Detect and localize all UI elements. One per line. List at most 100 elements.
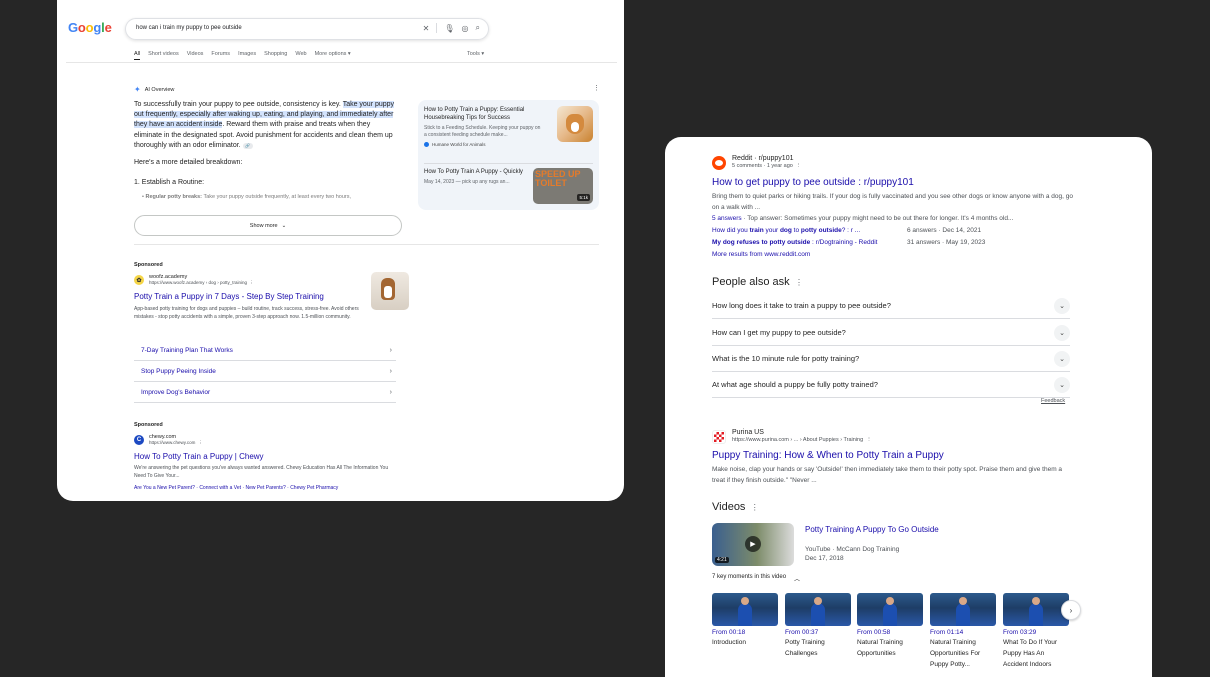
video-thumbnail[interactable]: SPEED UP TOILET 5:1k bbox=[533, 168, 593, 204]
ad-site[interactable]: C chewy.com https://www.chewy.com ⋮ bbox=[134, 434, 202, 446]
paa-question-text: How can I get my puppy to pee outside? bbox=[712, 328, 846, 337]
tools-button[interactable]: Tools ▾ bbox=[467, 51, 484, 57]
moment-time[interactable]: From 00:58 bbox=[857, 629, 923, 636]
paa-question[interactable]: How long does it take to train a puppy t… bbox=[712, 293, 1070, 319]
purina-result-title[interactable]: Puppy Training: How & When to Potty Trai… bbox=[712, 450, 944, 461]
paa-question[interactable]: What is the 10 minute rule for potty tra… bbox=[712, 346, 1070, 372]
more-vert-icon[interactable]: ⋮ bbox=[593, 84, 600, 92]
tab-web[interactable]: Web bbox=[295, 51, 306, 60]
corgi-thumbnail[interactable] bbox=[557, 106, 593, 142]
ai-overview-header: ✦ AI Overview bbox=[134, 85, 174, 94]
key-moment[interactable]: From 00:58 Natural Training Opportunitie… bbox=[857, 593, 923, 659]
moment-time[interactable]: From 00:18 bbox=[712, 629, 778, 636]
search-icon[interactable]: ⌕ bbox=[476, 23, 480, 33]
tab-forums[interactable]: Forums bbox=[211, 51, 230, 60]
show-more-label: Show more bbox=[249, 222, 278, 229]
reddit-site[interactable]: Reddit · r/puppy101 5 comments · 1 year … bbox=[712, 155, 801, 170]
feedback-link[interactable]: Feedback bbox=[1041, 398, 1065, 404]
moment-label: Potty Training Challenges bbox=[785, 639, 825, 657]
reddit-answers: 5 answers · Top answer: Sometimes your p… bbox=[712, 213, 1074, 224]
microphone-icon[interactable]: 🎙︎ bbox=[444, 24, 454, 33]
purina-site[interactable]: Purina US https://www.purina.com › ... ›… bbox=[712, 429, 872, 444]
puppy-thumbnail[interactable] bbox=[371, 272, 409, 310]
sparkle-icon: ✦ bbox=[134, 85, 141, 94]
moment-thumbnail[interactable] bbox=[785, 593, 851, 626]
more-vert-icon[interactable]: ⋮ bbox=[749, 503, 759, 512]
sub-result-title[interactable]: My dog refuses to potty outside : r/Dogt… bbox=[712, 239, 907, 246]
tab-all[interactable]: All bbox=[134, 51, 141, 60]
people-also-ask-title: People also ask ⋮ bbox=[712, 276, 803, 288]
sub-result-title[interactable]: How did you train your dog to potty outs… bbox=[712, 227, 907, 234]
paa-title-text: People also ask bbox=[712, 276, 790, 288]
tab-more-options[interactable]: More options ▾ bbox=[315, 51, 351, 60]
ad-title[interactable]: How To Potty Train a Puppy | Chewy bbox=[134, 452, 264, 461]
source-card[interactable]: How to Potty Train a Puppy: Essential Ho… bbox=[424, 106, 542, 147]
reddit-sub-result[interactable]: My dog refuses to potty outside : r/Dogt… bbox=[712, 239, 985, 246]
reddit-result-title[interactable]: How to get puppy to pee outside : r/pupp… bbox=[712, 177, 914, 188]
reddit-meta: 5 comments · 1 year ago ⋮ bbox=[732, 163, 802, 169]
moment-thumbnail[interactable] bbox=[930, 593, 996, 626]
ai-overview-divider bbox=[134, 244, 599, 245]
answers-link[interactable]: 5 answers bbox=[712, 215, 742, 222]
ad-title[interactable]: Potty Train a Puppy in 7 Days - Step By … bbox=[134, 292, 324, 301]
play-icon[interactable]: ▶ bbox=[745, 536, 761, 552]
purina-site-name: Purina US bbox=[732, 429, 764, 436]
more-options-label: More options bbox=[314, 51, 347, 57]
ad-site[interactable]: ✿ woofz.academy https://www.woofz.academ… bbox=[134, 274, 254, 286]
moment-thumbnail[interactable] bbox=[857, 593, 923, 626]
tab-images[interactable]: Images bbox=[238, 51, 256, 60]
woofz-favicon: ✿ bbox=[134, 275, 144, 285]
source-title[interactable]: How To Potty Train A Puppy - Quickly bbox=[424, 168, 534, 176]
video-thumbnail[interactable]: ▶ 4:21 bbox=[712, 523, 794, 566]
tab-videos[interactable]: Videos bbox=[187, 51, 204, 60]
chevron-down-icon: ⌄ bbox=[281, 222, 287, 229]
ad-site-url: https://www.chewy.com ⋮ bbox=[149, 440, 203, 445]
key-moment[interactable]: From 00:37 Potty Training Challenges bbox=[785, 593, 851, 659]
paa-question[interactable]: At what age should a puppy be fully pott… bbox=[712, 372, 1070, 398]
video-title[interactable]: Potty Training A Puppy To Go Outside bbox=[805, 525, 939, 534]
show-more-button[interactable]: Show more ⌄ bbox=[134, 215, 402, 236]
more-vert-icon[interactable]: ⋮ bbox=[793, 278, 803, 287]
source-title[interactable]: How to Potty Train a Puppy: Essential Ho… bbox=[424, 106, 542, 122]
key-moment[interactable]: From 01:14 Natural Training Opportunitie… bbox=[930, 593, 996, 670]
key-moments-toggle[interactable]: 7 key moments in this video ︿ bbox=[712, 574, 800, 583]
tab-shopping[interactable]: Shopping bbox=[264, 51, 287, 60]
moment-thumbnail[interactable] bbox=[1003, 593, 1069, 626]
moment-time[interactable]: From 01:14 bbox=[930, 629, 996, 636]
google-logo[interactable]: Google bbox=[68, 20, 112, 35]
video-date: Dec 17, 2018 bbox=[805, 555, 844, 562]
video-duration: 4:21 bbox=[715, 557, 729, 563]
source-site: Humane World for Animals bbox=[424, 142, 542, 147]
moment-time[interactable]: From 00:37 bbox=[785, 629, 851, 636]
sitelink-label: 7-Day Training Plan That Works bbox=[141, 346, 233, 354]
thumbnail-badge: 5:1k bbox=[577, 194, 590, 201]
search-input[interactable]: how can i train my puppy to pee outside bbox=[136, 25, 242, 31]
key-moment[interactable]: From 03:29 What To Do If Your Puppy Has … bbox=[1003, 593, 1069, 670]
lens-icon[interactable]: ◎ bbox=[462, 24, 469, 33]
more-results-link[interactable]: More results from www.reddit.com bbox=[712, 251, 810, 258]
ad-sitelink[interactable]: 7-Day Training Plan That Works › bbox=[134, 340, 396, 361]
paa-question[interactable]: How can I get my puppy to pee outside? ⌄ bbox=[712, 320, 1070, 346]
site-favicon bbox=[424, 142, 429, 147]
ad-sitelinks-inline[interactable]: Are You a New Pet Parent? · Connect with… bbox=[134, 485, 338, 491]
video-source: YouTube · McCann Dog Training bbox=[805, 546, 900, 553]
video-meta: YouTube · McCann Dog Training Dec 17, 20… bbox=[805, 545, 899, 563]
moment-thumbnail[interactable] bbox=[712, 593, 778, 626]
search-box[interactable]: how can i train my puppy to pee outside … bbox=[125, 18, 489, 40]
videos-title: Videos ⋮ bbox=[712, 501, 759, 513]
ad-sitelink[interactable]: Improve Dog's Behavior › bbox=[134, 382, 396, 403]
next-moments-button[interactable]: › bbox=[1061, 600, 1081, 620]
clear-icon[interactable]: ✕ bbox=[423, 24, 430, 33]
chevron-right-icon: › bbox=[1069, 605, 1073, 615]
reddit-sub-result[interactable]: How did you train your dog to potty outs… bbox=[712, 227, 981, 234]
tab-short-videos[interactable]: Short videos bbox=[148, 51, 179, 60]
paa-question-text: How long does it take to train a puppy t… bbox=[712, 301, 891, 310]
moment-time[interactable]: From 03:29 bbox=[1003, 629, 1069, 636]
sub-result-meta: 6 answers · Dec 14, 2021 bbox=[907, 227, 982, 234]
ad-sitelink[interactable]: Stop Puppy Peeing Inside › bbox=[134, 361, 396, 382]
link-icon[interactable]: 🔗 bbox=[242, 142, 253, 149]
source-card[interactable]: How To Potty Train A Puppy - Quickly May… bbox=[424, 168, 534, 186]
ai-overview-label: AI Overview bbox=[144, 86, 175, 93]
purina-icon bbox=[712, 429, 726, 444]
key-moment[interactable]: From 00:18 Introduction bbox=[712, 593, 778, 648]
